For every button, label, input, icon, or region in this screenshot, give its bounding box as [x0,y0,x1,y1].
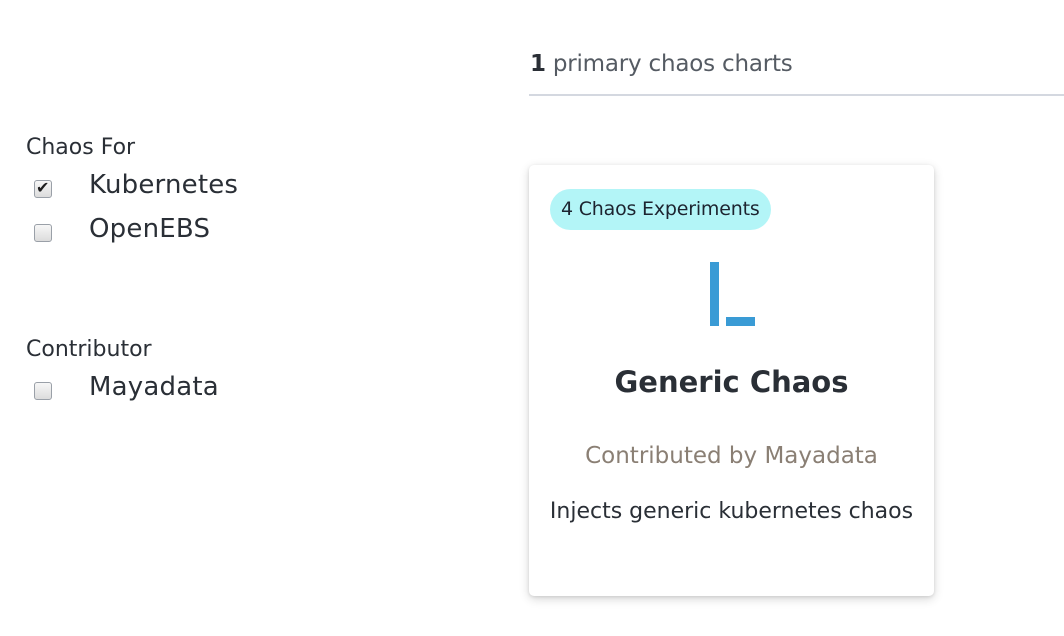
checkmark-icon: ✔ [36,178,50,197]
chart-contributor: Contributed by Mayadata [585,443,878,469]
generic-chaos-logo-icon [710,262,755,326]
mayadata-label[interactable]: Mayadata [89,372,219,402]
chart-card-generic-chaos[interactable]: 4 Chaos Experiments Generic Chaos Contri… [529,165,934,596]
experiments-count-badge: 4 Chaos Experiments [550,189,771,230]
mayadata-checkbox[interactable] [34,382,52,400]
results-count-label: primary chaos charts [552,51,793,77]
filter-option-mayadata[interactable]: Mayadata [26,372,326,412]
filter-title-contributor: Contributor [26,337,152,362]
results-header: 1 primary chaos charts [529,48,1064,96]
kubernetes-label[interactable]: Kubernetes [89,170,238,200]
filter-group-chaos-for: Chaos For ✔ Kubernetes OpenEBS [26,135,238,244]
filter-option-openebs[interactable]: OpenEBS [26,214,326,254]
results-count-number: 1 [530,51,546,77]
openebs-checkbox[interactable] [34,224,52,242]
filter-title-chaos-for: Chaos For [26,135,136,160]
openebs-label[interactable]: OpenEBS [89,214,210,244]
chart-description: Injects generic kubernetes chaos [549,499,914,524]
results-count: 1 primary chaos charts [530,51,793,77]
chart-title: Generic Chaos [614,365,849,399]
kubernetes-checkbox[interactable]: ✔ [34,178,52,198]
filter-group-contributor: Contributor Mayadata [26,337,219,402]
filter-option-kubernetes[interactable]: ✔ Kubernetes [26,170,326,210]
